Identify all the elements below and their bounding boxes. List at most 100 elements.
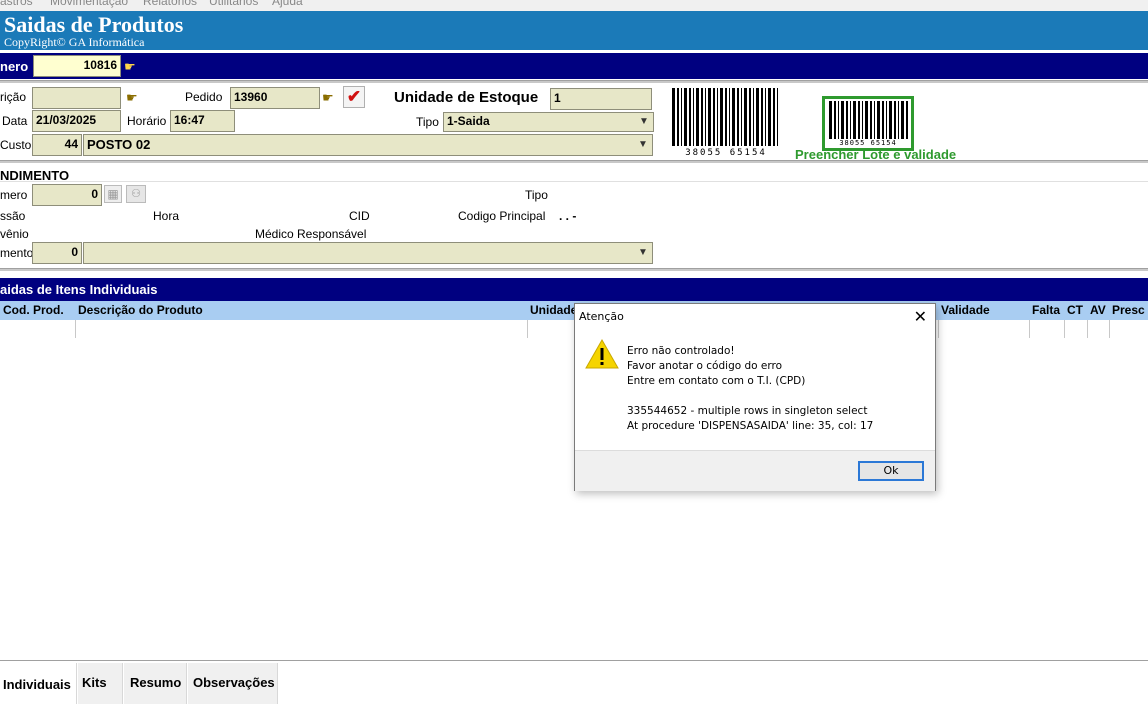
barcode-number: 38055 65154 (685, 148, 767, 158)
barcode-bar (838, 101, 839, 139)
menu-item-utilitarios[interactable]: Utilitários (209, 0, 258, 8)
column-header-cod-prod[interactable]: Cod. Prod. (3, 303, 64, 317)
pointing-hand-icon[interactable]: ☛ (322, 90, 334, 106)
barcode-bar (753, 88, 754, 146)
barcode-bar (761, 88, 763, 146)
codigo-principal-value: . . - (559, 209, 577, 223)
checkmark-icon[interactable]: ✔ (343, 86, 365, 108)
custo-code-field[interactable]: 44 (32, 134, 82, 156)
barcode-bar (725, 88, 727, 146)
barcode-bar (886, 101, 887, 139)
column-header-unidade[interactable]: Unidade (530, 303, 577, 317)
data-field[interactable]: 21/03/2025 (32, 110, 121, 132)
numero-field[interactable]: 10816 (33, 55, 121, 77)
barcode-bar (741, 88, 742, 146)
barcode-bar (749, 88, 751, 146)
barcode-bar (894, 101, 896, 139)
tipo-label: Tipo (416, 115, 439, 129)
barcode-bar (672, 88, 675, 146)
unidade-label: Unidade de Estoque (394, 89, 539, 106)
dialog-error-code: 335544652 - multiple rows in singleton s… (627, 405, 868, 417)
tab-observacoes[interactable]: Observações (188, 663, 278, 704)
ok-button[interactable]: Ok (858, 461, 924, 481)
medico-responsavel-label: Médico Responsável (255, 227, 367, 241)
menu-item-cadastros[interactable]: astros (0, 0, 33, 8)
menu-item-relatorios[interactable]: Relatórios (143, 0, 197, 8)
barcode-bar (850, 101, 851, 139)
grid-line (1064, 320, 1065, 338)
barcode-bar (898, 101, 899, 139)
pointing-hand-icon[interactable]: ☛ (126, 90, 138, 106)
grid-line (1109, 320, 1110, 338)
barcode-bar (773, 88, 775, 146)
grid-line (1029, 320, 1030, 338)
hora-label: Hora (153, 209, 180, 223)
binoculars-icon[interactable]: ⚇ (126, 185, 146, 203)
numero-label: nero (0, 59, 29, 74)
barcode-bar (732, 88, 735, 146)
barcode-bar (889, 101, 892, 139)
pedido-label: Pedido (185, 90, 223, 104)
barcode-image: 38055 65154 (668, 88, 784, 160)
mento-select[interactable]: ▼ (83, 242, 653, 264)
numero-atendimento-label: mero (0, 188, 28, 202)
barcode-bar (862, 101, 863, 139)
mento-label: mento (0, 246, 34, 260)
dialog-footer: Ok (575, 450, 935, 491)
numero-bar: nero (0, 53, 1148, 79)
barcode-bar (708, 88, 711, 146)
custo-label: Custo (0, 138, 32, 152)
unidade-field[interactable]: 1 (550, 88, 652, 110)
tab-individuais[interactable]: Individuais (0, 663, 77, 704)
tab-resumo[interactable]: Resumo (124, 663, 187, 704)
tipo-select[interactable]: 1-Saida ▼ (443, 112, 654, 132)
column-header-descricao[interactable]: Descrição do Produto (78, 303, 203, 317)
calendar-icon[interactable]: ▦ (104, 185, 122, 203)
barcode-bar (865, 101, 868, 139)
column-header-validade[interactable]: Validade (941, 303, 990, 317)
barcode-bar (681, 88, 682, 146)
barcode-bar (841, 101, 844, 139)
tab-kits[interactable]: Kits (78, 663, 123, 704)
barcode-bar (717, 88, 718, 146)
close-icon[interactable]: ✕ (914, 307, 927, 327)
barcode-bar (777, 88, 778, 146)
barcode-bar (906, 101, 908, 139)
barcode-bar (696, 88, 699, 146)
pointing-hand-icon[interactable]: ☛ (124, 59, 136, 75)
divider (0, 181, 1148, 182)
lote-barcode-button[interactable]: 38055 65154 (822, 96, 914, 151)
divider (0, 160, 1148, 163)
barcode-bar (829, 101, 832, 139)
dialog-message-line: Erro não controlado! (627, 345, 735, 357)
column-header-presc[interactable]: Presc (1112, 303, 1145, 317)
barcode-bar (765, 88, 766, 146)
barcode-bar (720, 88, 723, 146)
horario-field[interactable]: 16:47 (170, 110, 235, 132)
mento-code-field[interactable]: 0 (32, 242, 82, 264)
column-header-falta[interactable]: Falta (1032, 303, 1060, 317)
chevron-down-icon[interactable]: ▼ (637, 115, 651, 129)
column-header-av[interactable]: AV (1090, 303, 1106, 317)
barcode-bar (882, 101, 884, 139)
numero-atendimento-field[interactable]: 0 (32, 184, 102, 206)
barcode-bar (684, 88, 687, 146)
requisicao-field[interactable] (32, 87, 121, 109)
menu-bar: astros Movimentação Relatórios Utilitári… (0, 0, 1148, 11)
chevron-down-icon[interactable]: ▼ (636, 138, 650, 152)
error-dialog: Atenção ✕ Erro não controlado! Favor ano… (574, 303, 936, 491)
column-header-ct[interactable]: CT (1067, 303, 1083, 317)
copyright-text: CopyRight© GA Informática (4, 35, 145, 49)
barcode-bar (744, 88, 747, 146)
menu-item-ajuda[interactable]: Ajuda (272, 0, 303, 8)
barcode-bar (737, 88, 739, 146)
app-header: Saidas de Produtos CopyRight© GA Informá… (0, 11, 1148, 50)
menu-item-movimentacao[interactable]: Movimentação (50, 0, 128, 8)
dialog-error-location: At procedure 'DISPENSASAIDA' line: 35, c… (627, 420, 874, 432)
tipo-atendimento-label: Tipo (525, 188, 548, 202)
pedido-field[interactable]: 13960 (230, 87, 320, 109)
custo-select[interactable]: POSTO 02 ▼ (83, 134, 653, 156)
itens-title: aidas de Itens Individuais (0, 282, 158, 297)
requisicao-label: rição (0, 90, 27, 104)
chevron-down-icon[interactable]: ▼ (636, 246, 650, 260)
